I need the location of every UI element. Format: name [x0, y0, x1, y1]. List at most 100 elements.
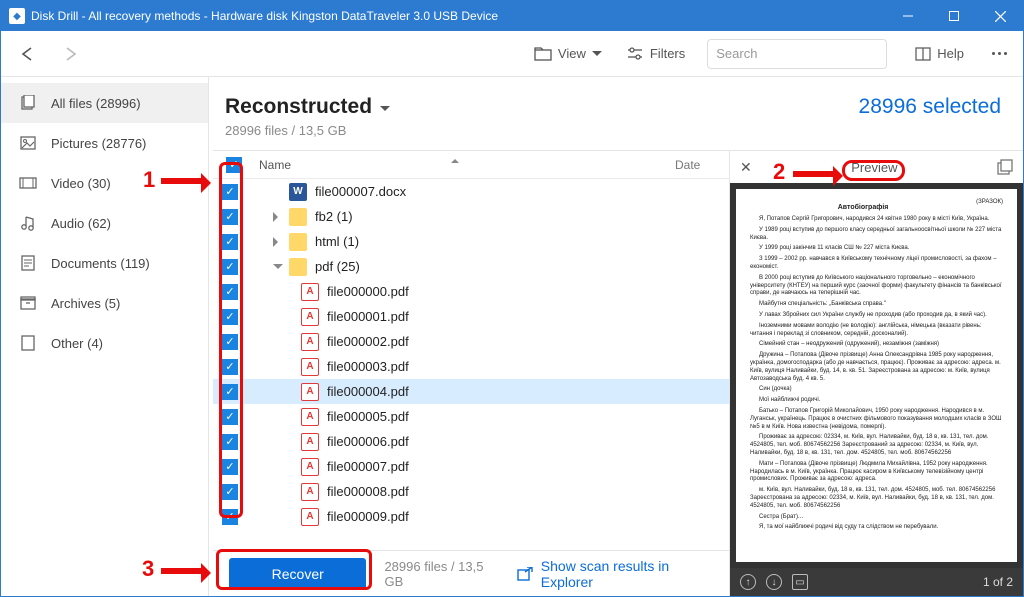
- selected-count: 28996 selected: [859, 95, 1001, 119]
- results-title-dropdown[interactable]: Reconstructed: [225, 95, 390, 119]
- file-row[interactable]: ✓Afile000005.pdf: [213, 404, 729, 429]
- preview-pane: ✕ Preview (ЗРАЗОК) Автобіографія Я, Пота…: [729, 151, 1023, 596]
- file-row[interactable]: ✓ Wfile000007.docx: [213, 179, 729, 204]
- file-name: html (1): [315, 234, 359, 249]
- file-list-pane: ✓ Name Date ✓ Wfile000007.docx ✓ fb2 (1) ✓ ht…: [213, 151, 729, 596]
- sidebar-item-label: Pictures (28776): [51, 136, 146, 151]
- file-name: file000004.pdf: [327, 384, 409, 399]
- sidebar-item-archives[interactable]: Archives (5): [1, 283, 208, 323]
- search-input[interactable]: Search: [707, 39, 887, 69]
- sidebar: All files (28996) Pictures (28776) Video…: [1, 77, 209, 596]
- close-preview-button[interactable]: ✕: [740, 159, 752, 176]
- sidebar-item-audio[interactable]: Audio (62): [1, 203, 208, 243]
- row-checkbox[interactable]: ✓: [222, 359, 238, 375]
- sidebar-item-documents[interactable]: Documents (119): [1, 243, 208, 283]
- pdf-icon: A: [301, 408, 319, 426]
- sidebar-item-video[interactable]: Video (30): [1, 163, 208, 203]
- sort-indicator-icon: [451, 155, 459, 163]
- file-row[interactable]: ✓ Afile000002.pdf: [213, 329, 729, 354]
- sidebar-item-label: All files (28996): [51, 96, 141, 111]
- view-label: View: [558, 46, 586, 61]
- preview-document: (ЗРАЗОК) Автобіографія Я, Потапов Сергій…: [736, 189, 1017, 562]
- help-button[interactable]: Help: [905, 38, 974, 70]
- row-checkbox[interactable]: ✓: [222, 334, 238, 350]
- files-icon: [19, 94, 37, 112]
- filters-label: Filters: [650, 46, 685, 61]
- row-checkbox[interactable]: ✓: [222, 484, 238, 500]
- column-header: ✓ Name Date: [213, 151, 729, 179]
- bottom-bar: Recover 28996 files / 13,5 GB Show scan …: [213, 550, 729, 596]
- file-row[interactable]: ✓Afile000009.pdf: [213, 504, 729, 529]
- window-title: Disk Drill - All recovery methods - Hard…: [31, 9, 498, 23]
- sidebar-item-pictures[interactable]: Pictures (28776): [1, 123, 208, 163]
- column-date[interactable]: Date: [675, 158, 729, 172]
- row-checkbox[interactable]: ✓: [222, 309, 238, 325]
- file-row[interactable]: ✓Afile000004.pdf: [213, 379, 729, 404]
- select-all-checkbox[interactable]: ✓: [226, 157, 242, 173]
- sidebar-item-all-files[interactable]: All files (28996): [1, 83, 208, 123]
- pdf-icon: A: [301, 333, 319, 351]
- expander-icon[interactable]: [273, 264, 283, 274]
- forward-button[interactable]: [51, 38, 89, 70]
- sidebar-item-label: Documents (119): [51, 256, 150, 271]
- filters-dropdown[interactable]: Filters: [616, 38, 695, 70]
- file-list[interactable]: ✓ Wfile000007.docx ✓ fb2 (1) ✓ html (1) ✓pdf (…: [213, 179, 729, 550]
- row-checkbox[interactable]: ✓: [222, 509, 238, 525]
- recover-button[interactable]: Recover: [229, 558, 366, 590]
- row-checkbox[interactable]: ✓: [222, 409, 238, 425]
- sidebar-item-other[interactable]: Other (4): [1, 323, 208, 363]
- docx-icon: W: [289, 183, 307, 201]
- folder-icon: [289, 208, 307, 226]
- show-in-explorer-link[interactable]: Show scan results in Explorer: [517, 558, 713, 590]
- expander-icon[interactable]: [273, 237, 283, 247]
- row-checkbox[interactable]: ✓: [222, 234, 238, 250]
- chevron-down-icon: [592, 46, 602, 61]
- file-row[interactable]: ✓Afile000006.pdf: [213, 429, 729, 454]
- sidebar-item-label: Archives (5): [51, 296, 120, 311]
- show-in-explorer-label: Show scan results in Explorer: [541, 558, 713, 590]
- view-dropdown[interactable]: View: [524, 38, 612, 70]
- row-checkbox[interactable]: ✓: [222, 259, 238, 275]
- file-name: file000007.docx: [315, 184, 406, 199]
- sliders-icon: [626, 47, 644, 61]
- title-bar: ◆ Disk Drill - All recovery methods - Ha…: [1, 1, 1023, 31]
- preview-page-icon[interactable]: ▭: [792, 574, 808, 590]
- file-row[interactable]: ✓Afile000008.pdf: [213, 479, 729, 504]
- column-name[interactable]: Name: [259, 158, 291, 172]
- pdf-icon: A: [301, 483, 319, 501]
- pdf-icon: A: [301, 358, 319, 376]
- minimize-button[interactable]: [885, 1, 931, 31]
- row-checkbox[interactable]: ✓: [222, 384, 238, 400]
- preview-next-button[interactable]: ↓: [766, 574, 782, 590]
- file-row[interactable]: ✓Afile000000.pdf: [213, 279, 729, 304]
- file-name: file000009.pdf: [327, 509, 409, 524]
- preview-prev-button[interactable]: ↑: [740, 574, 756, 590]
- document-icon: [19, 254, 37, 272]
- file-row[interactable]: ✓ fb2 (1): [213, 204, 729, 229]
- preview-title: Preview: [760, 160, 989, 175]
- expander-icon[interactable]: [273, 212, 283, 222]
- row-checkbox[interactable]: ✓: [222, 184, 238, 200]
- file-row[interactable]: ✓pdf (25): [213, 254, 729, 279]
- row-checkbox[interactable]: ✓: [222, 209, 238, 225]
- file-name: file000000.pdf: [327, 284, 409, 299]
- row-checkbox[interactable]: ✓: [222, 459, 238, 475]
- file-row[interactable]: ✓ html (1): [213, 229, 729, 254]
- folder-icon: [534, 47, 552, 61]
- row-checkbox[interactable]: ✓: [222, 434, 238, 450]
- close-button[interactable]: [977, 1, 1023, 31]
- maximize-button[interactable]: [931, 1, 977, 31]
- results-title: Reconstructed: [225, 95, 372, 119]
- popout-icon[interactable]: [997, 159, 1013, 175]
- folder-icon: [289, 233, 307, 251]
- file-row[interactable]: ✓Afile000003.pdf: [213, 354, 729, 379]
- file-name: fb2 (1): [315, 209, 353, 224]
- file-row[interactable]: ✓Afile000007.pdf: [213, 454, 729, 479]
- file-name: file000002.pdf: [327, 334, 409, 349]
- row-checkbox[interactable]: ✓: [222, 284, 238, 300]
- sidebar-item-label: Audio (62): [51, 216, 111, 231]
- file-row[interactable]: ✓Afile000001.pdf: [213, 304, 729, 329]
- more-menu[interactable]: [984, 44, 1015, 63]
- sidebar-item-label: Other (4): [51, 336, 103, 351]
- back-button[interactable]: [9, 38, 47, 70]
